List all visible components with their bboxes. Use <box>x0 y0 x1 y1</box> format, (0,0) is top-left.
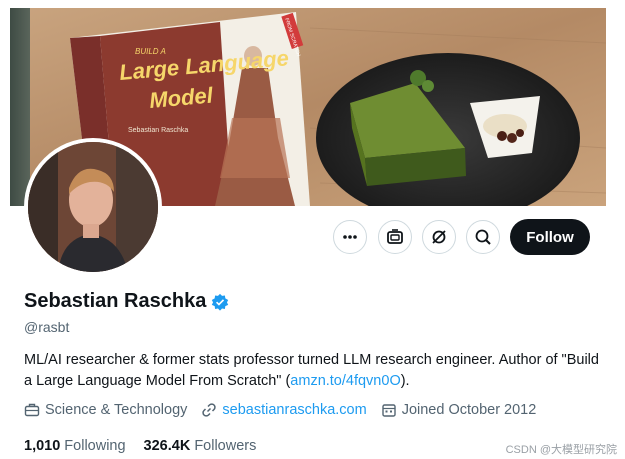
search-icon <box>475 229 491 245</box>
category-label: Science & Technology <box>45 402 188 418</box>
book-author: Sebastian Raschka <box>128 127 188 134</box>
follow-label: Follow <box>526 228 574 246</box>
display-name: Sebastian Raschka <box>24 290 207 312</box>
website-link[interactable]: sebastianraschka.com <box>222 402 366 418</box>
banner-shadow <box>10 8 30 206</box>
notification-off-icon <box>432 230 446 244</box>
category: Science & Technology <box>24 402 187 418</box>
watermark: CSDN @大模型研究院 <box>505 444 617 456</box>
handle: @rasbt <box>24 319 70 335</box>
followers-count: 326.4K <box>143 438 191 454</box>
name-row: Sebastian Raschka <box>24 290 229 313</box>
follow-button[interactable]: Follow <box>510 219 590 255</box>
avatar[interactable] <box>24 138 162 276</box>
profile-meta: Science & Technology sebastianraschka.co… <box>24 402 550 418</box>
followers-stat[interactable]: 326.4K Followers <box>144 438 257 454</box>
following-label: Following <box>64 438 126 454</box>
book-top-label: BUILD A <box>135 47 166 56</box>
more-button[interactable] <box>333 220 367 254</box>
more-icon <box>343 235 357 239</box>
notifications-button[interactable] <box>422 220 456 254</box>
link-icon <box>202 403 217 417</box>
grok-icon <box>387 229 403 244</box>
joined-date: Joined October 2012 <box>381 402 537 418</box>
website[interactable]: sebastianraschka.com <box>201 402 367 418</box>
briefcase-icon <box>24 403 40 417</box>
bio: ML/AI researcher & former stats professo… <box>24 350 604 392</box>
joined-label: Joined October 2012 <box>401 402 537 418</box>
bio-suffix: ). <box>400 373 410 389</box>
avatar-photo <box>28 142 158 272</box>
followers-label: Followers <box>194 438 257 454</box>
calendar-icon <box>381 404 396 417</box>
search-button[interactable] <box>466 220 500 254</box>
following-stat[interactable]: 1,010 Following <box>24 438 126 454</box>
follow-stats: 1,010 Following 326.4K Followers <box>24 438 274 454</box>
bio-link[interactable]: amzn.to/4fqvn0O <box>290 373 400 389</box>
following-count: 1,010 <box>24 438 61 454</box>
verified-badge-icon[interactable] <box>211 293 229 311</box>
grok-button[interactable] <box>378 220 412 254</box>
